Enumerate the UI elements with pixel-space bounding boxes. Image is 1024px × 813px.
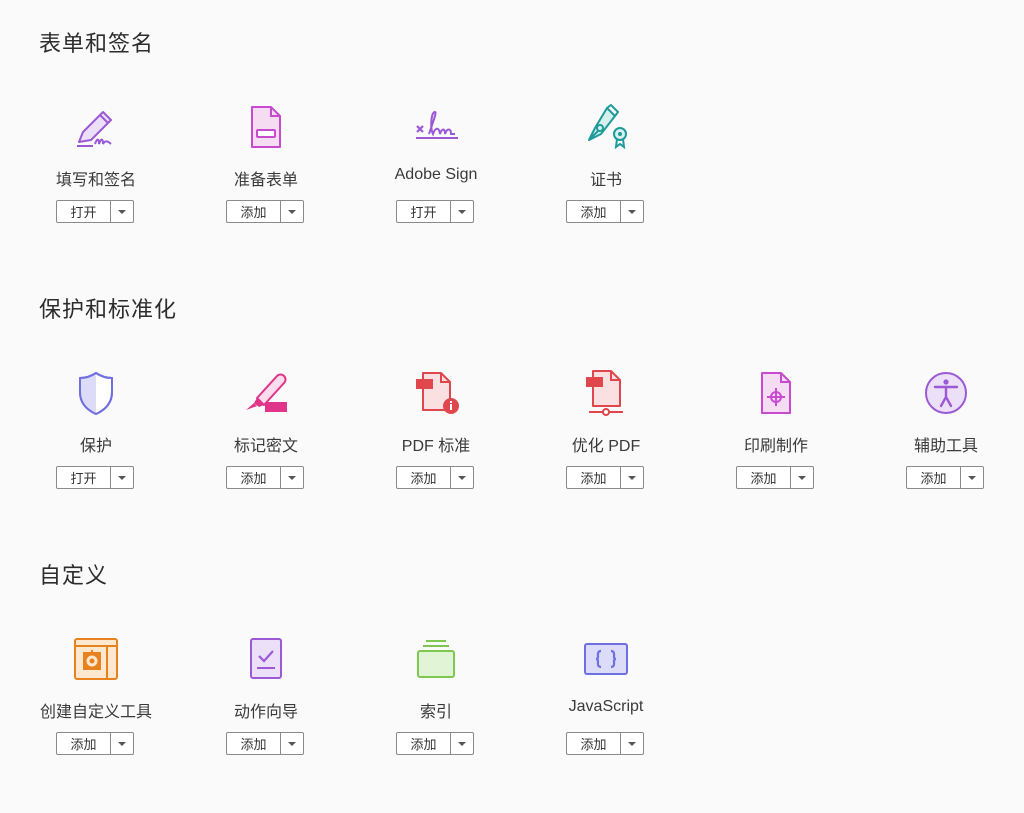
- tool-label: 印刷制作: [743, 438, 808, 455]
- chevron-down-icon[interactable]: [621, 733, 643, 754]
- tool-accessibility[interactable]: 辅助工具 添加: [861, 370, 1024, 510]
- tool-label: 证书: [589, 172, 622, 189]
- button-label: 打开: [70, 205, 97, 220]
- open-button[interactable]: 打开: [56, 200, 134, 223]
- tool-pdf-standards[interactable]: PDF 标准 添加: [351, 370, 521, 510]
- tool-label: PDF 标准: [401, 438, 471, 455]
- add-button[interactable]: 添加: [226, 200, 304, 223]
- open-button[interactable]: 打开: [56, 466, 134, 489]
- tool-label: 准备表单: [233, 172, 298, 189]
- open-button[interactable]: 打开: [396, 200, 474, 223]
- signature-icon: [413, 104, 459, 150]
- chevron-down-icon[interactable]: [281, 467, 303, 488]
- pdf-standard-icon: [413, 370, 459, 416]
- button-label: 添加: [240, 471, 267, 486]
- button-label: 添加: [410, 471, 437, 486]
- tool-label: 辅助工具: [913, 438, 978, 455]
- tool-prepare-form[interactable]: 准备表单 添加: [181, 104, 351, 244]
- tool-label: 填写和签名: [55, 172, 136, 189]
- custom-tool-gear-icon: [73, 636, 119, 682]
- add-button[interactable]: 添加: [906, 466, 984, 489]
- button-label: 添加: [240, 205, 267, 220]
- button-label: 添加: [580, 471, 607, 486]
- tool-custom-tool[interactable]: 创建自定义工具 添加: [11, 636, 181, 776]
- action-wizard-icon: [243, 636, 289, 682]
- add-button[interactable]: 添加: [566, 200, 644, 223]
- section-title-forms-signatures: 表单和签名: [39, 31, 155, 56]
- chevron-down-icon[interactable]: [621, 467, 643, 488]
- chevron-down-icon[interactable]: [961, 467, 983, 488]
- chevron-down-icon[interactable]: [451, 733, 473, 754]
- add-button[interactable]: 添加: [396, 732, 474, 755]
- tool-javascript[interactable]: JavaScript 添加: [521, 636, 691, 776]
- chevron-down-icon[interactable]: [281, 201, 303, 222]
- chevron-down-icon[interactable]: [621, 201, 643, 222]
- tool-certificates[interactable]: 证书 添加: [521, 104, 691, 244]
- tool-action-wizard[interactable]: 动作向导 添加: [181, 636, 351, 776]
- chevron-down-icon[interactable]: [111, 467, 133, 488]
- button-label: 打开: [70, 471, 97, 486]
- index-stack-icon: [413, 636, 459, 682]
- pen-sign-icon: [73, 104, 119, 150]
- button-label: 打开: [410, 205, 437, 220]
- optimize-pdf-icon: [583, 370, 629, 416]
- tool-label: Adobe Sign: [394, 166, 478, 183]
- form-icon: [243, 104, 289, 150]
- tool-fill-sign[interactable]: 填写和签名 打开: [11, 104, 181, 244]
- tool-label: 优化 PDF: [571, 438, 641, 455]
- chevron-down-icon[interactable]: [451, 201, 473, 222]
- tool-protect[interactable]: 保护 打开: [11, 370, 181, 510]
- chevron-down-icon[interactable]: [451, 467, 473, 488]
- accessibility-icon: [923, 370, 969, 416]
- add-button[interactable]: 添加: [226, 466, 304, 489]
- add-button[interactable]: 添加: [566, 466, 644, 489]
- print-production-icon: [753, 370, 799, 416]
- tool-label: 动作向导: [233, 704, 298, 721]
- section-title-protect-standardize: 保护和标准化: [39, 297, 178, 322]
- chevron-down-icon[interactable]: [111, 201, 133, 222]
- button-label: 添加: [410, 737, 437, 752]
- add-button[interactable]: 添加: [566, 732, 644, 755]
- tool-index[interactable]: 索引 添加: [351, 636, 521, 776]
- add-button[interactable]: 添加: [56, 732, 134, 755]
- tool-label: JavaScript: [568, 698, 644, 715]
- redact-marker-icon: [243, 370, 289, 416]
- chevron-down-icon[interactable]: [791, 467, 813, 488]
- certificate-pen-icon: [583, 104, 629, 150]
- add-button[interactable]: 添加: [396, 466, 474, 489]
- tool-label: 索引: [419, 704, 452, 721]
- section-title-customize: 自定义: [39, 563, 109, 588]
- button-label: 添加: [240, 737, 267, 752]
- tool-redact[interactable]: 标记密文 添加: [181, 370, 351, 510]
- add-button[interactable]: 添加: [736, 466, 814, 489]
- tool-print-production[interactable]: 印刷制作 添加: [691, 370, 861, 510]
- tool-adobe-sign[interactable]: Adobe Sign 打开: [351, 104, 521, 244]
- add-button[interactable]: 添加: [226, 732, 304, 755]
- button-label: 添加: [920, 471, 947, 486]
- button-label: 添加: [750, 471, 777, 486]
- tool-label: 标记密文: [233, 438, 298, 455]
- tool-optimize-pdf[interactable]: 优化 PDF 添加: [521, 370, 691, 510]
- button-label: 添加: [580, 205, 607, 220]
- tool-label: 创建自定义工具: [39, 704, 152, 721]
- button-label: 添加: [70, 737, 97, 752]
- chevron-down-icon[interactable]: [281, 733, 303, 754]
- shield-icon: [73, 370, 119, 416]
- javascript-braces-icon: [583, 636, 629, 682]
- tool-label: 保护: [79, 438, 112, 455]
- button-label: 添加: [580, 737, 607, 752]
- chevron-down-icon[interactable]: [111, 733, 133, 754]
